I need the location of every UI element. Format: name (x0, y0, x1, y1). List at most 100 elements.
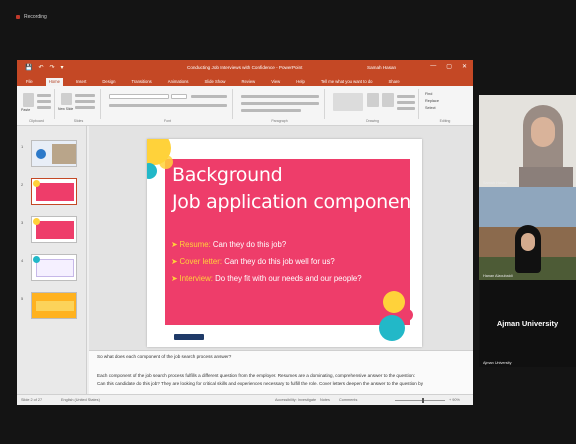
status-bar: Slide 2 of 27 English (United States) Ac… (17, 394, 473, 405)
comments-toggle-button[interactable]: Comments (339, 398, 357, 402)
slide-thumbnail-2[interactable] (31, 178, 77, 205)
quick-access-toolbar: 💾 ↶ ↷ ▾ (25, 64, 64, 71)
participant-name: Samah Hasan (483, 181, 508, 185)
tab-transitions[interactable]: Transitions (128, 78, 154, 86)
close-button[interactable]: ✕ (462, 63, 467, 70)
ribbon-group-editing: Find Replace Select Editing (421, 89, 469, 123)
decor-yellow-circle (383, 291, 405, 313)
quick-styles-icon[interactable] (382, 93, 394, 107)
slide-thumbnail-5[interactable] (31, 292, 77, 319)
ribbon-group-clipboard: Paste Clipboard (19, 89, 55, 123)
slide-title-line-2: Job application components (172, 191, 422, 213)
participant-display-label: Ajman University (496, 319, 559, 328)
participant-tile-2[interactable]: Hanan Alzoubaidi (479, 187, 576, 280)
slide-thumbnail-3[interactable] (31, 216, 77, 243)
tab-animations[interactable]: Animations (165, 78, 192, 86)
meeting-window-title: Recording (24, 14, 47, 20)
participant-tile-1[interactable]: Samah Hasan (479, 95, 576, 187)
ribbon-group-slides: New Slide Slides (57, 89, 101, 123)
ppt-title-bar: 💾 ↶ ↷ ▾ Conducting Job Interviews with C… (17, 60, 473, 76)
ribbon-group-label: Paragraph (271, 119, 288, 123)
save-icon[interactable]: 💾 (25, 64, 32, 71)
tab-tell-me-what-you-want-to-do[interactable]: Tell me what you want to do (318, 78, 376, 86)
speaker-notes-pane[interactable]: So what does each component of the job s… (89, 350, 473, 394)
arrange-icon[interactable] (367, 93, 379, 107)
arrow-bullet-icon: ➤ (171, 274, 178, 283)
select-button[interactable]: Select (425, 106, 436, 110)
university-logo (174, 334, 204, 340)
notes-toggle-button[interactable]: Notes (320, 398, 330, 402)
tab-home[interactable]: Home (45, 78, 63, 86)
signed-in-user[interactable]: Samah Hasan (367, 65, 396, 70)
tab-slide-show[interactable]: Slide Show (202, 78, 229, 86)
language-indicator[interactable]: English (United States) (61, 398, 100, 402)
slide-counter: Slide 2 of 27 (21, 398, 43, 402)
ribbon-group-paragraph: Paragraph (235, 89, 325, 123)
ribbon-tabs: File Home Insert Design Transitions Animation… (17, 76, 473, 86)
tab-view[interactable]: View (268, 78, 283, 86)
new-slide-button-label[interactable]: New Slide (58, 107, 73, 111)
replace-button[interactable]: Replace (425, 99, 439, 103)
thumbnail-number: 5 (21, 296, 24, 301)
zoom-slider-thumb[interactable] (422, 398, 424, 403)
redo-icon[interactable]: ↷ (50, 64, 55, 71)
thumbnail-number: 2 (21, 182, 24, 187)
tab-help[interactable]: Help (293, 78, 308, 86)
customize-chevron-icon[interactable]: ▾ (61, 64, 64, 71)
decor-teal-circle (379, 315, 405, 341)
accessibility-indicator[interactable]: Accessibility: Investigate (275, 398, 316, 402)
minimize-button[interactable]: — (430, 63, 436, 70)
slide-thumbnail-pane[interactable]: 1 2 3 4 5 (17, 126, 87, 394)
tab-design[interactable]: Design (99, 78, 118, 86)
participant-shoulders (519, 167, 573, 187)
thumbnail-number: 4 (21, 258, 24, 263)
decor-small-circle (159, 155, 173, 169)
paste-button-label[interactable]: Paste (21, 108, 30, 112)
ribbon-group-label: Slides (73, 119, 84, 123)
notes-question: So what does each component of the job s… (97, 354, 232, 359)
slide-editing-canvas[interactable]: Background Job application components ➤ R… (89, 126, 473, 350)
maximize-button[interactable]: ▢ (446, 63, 452, 70)
tab-insert[interactable]: Insert (73, 78, 89, 86)
slide-thumbnail-4[interactable] (31, 254, 77, 281)
new-slide-icon[interactable] (61, 93, 72, 105)
arrow-bullet-icon: ➤ (171, 240, 178, 249)
shapes-gallery[interactable] (333, 93, 363, 111)
thumbnail-number: 1 (21, 144, 24, 149)
meeting-screen: Recording 💾 ↶ ↷ ▾ Conducting Job Intervi… (0, 0, 576, 444)
undo-icon[interactable]: ↶ (38, 64, 43, 71)
ribbon-group-label: Clipboard (29, 119, 44, 123)
arrow-bullet-icon: ➤ (171, 257, 178, 266)
slide-bullet-resume: ➤ Resume: Can they do this job? (171, 240, 287, 249)
ribbon-group-label: Drawing (366, 119, 379, 123)
tab-share[interactable]: Share (386, 78, 403, 86)
shared-powerpoint-window[interactable]: 💾 ↶ ↷ ▾ Conducting Job Interviews with C… (17, 60, 473, 405)
ribbon-group-label: Editing (439, 119, 451, 123)
zoom-slider[interactable] (395, 400, 445, 401)
decor-pink-circle (401, 309, 413, 321)
paste-icon[interactable] (23, 93, 34, 107)
notes-line: Can this candidate do this job? They are… (97, 381, 423, 386)
participant-face (531, 117, 555, 147)
font-size-select[interactable] (171, 94, 187, 99)
participant-face (521, 233, 535, 251)
slide-bullet-interview: ➤ Interview: Do they fit with our needs a… (171, 274, 362, 283)
meeting-title-bar: Recording (16, 14, 47, 20)
slide-thumbnail-1[interactable] (31, 140, 77, 167)
find-button[interactable]: Find (425, 92, 432, 96)
tab-review[interactable]: Review (238, 78, 258, 86)
tab-file[interactable]: File (23, 78, 36, 86)
zoom-level[interactable]: + 90% (449, 398, 460, 402)
participant-tile-3[interactable]: Ajman University Ajman University (479, 280, 576, 367)
participant-name: Ajman University (483, 361, 512, 365)
notes-line: Each component of the job search process… (97, 373, 416, 378)
document-title: Conducting Job Interviews with Confidenc… (187, 65, 303, 70)
slide-bullet-cover-letter: ➤ Cover letter: Can they do this job well… (171, 257, 335, 266)
recording-icon (16, 15, 20, 19)
font-name-select[interactable] (109, 94, 169, 99)
participant-name: Hanan Alzoubaidi (483, 274, 513, 278)
slide-title-line-1: Background (172, 164, 283, 186)
current-slide[interactable]: Background Job application components ➤ R… (147, 139, 422, 347)
thumbnail-number: 3 (21, 220, 24, 225)
decor-teal-circle (147, 163, 157, 179)
